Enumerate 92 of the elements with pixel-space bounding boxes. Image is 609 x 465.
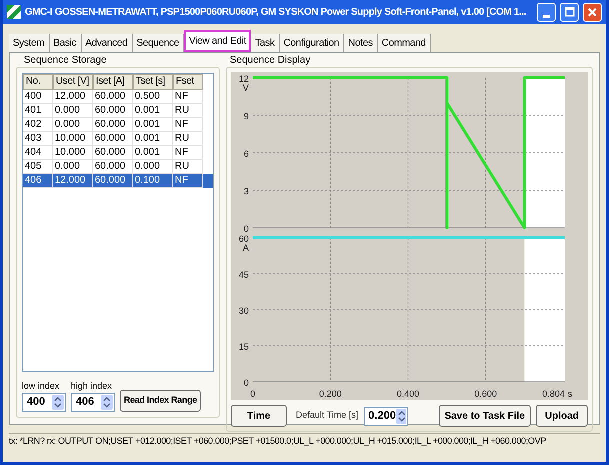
tab[interactable]: Task (251, 34, 280, 52)
column-header[interactable]: Uset [V] (53, 74, 93, 90)
field-label: low index (22, 380, 61, 392)
table-cell: 10.000 (53, 146, 93, 160)
spin-arrows-icon[interactable] (396, 408, 406, 424)
y-tick-label: 30 (238, 306, 249, 316)
column-header[interactable]: No. (23, 74, 53, 90)
table-cell: 404 (23, 146, 53, 160)
table-cell: NF (173, 118, 203, 132)
table-cell: 12.000 (53, 174, 93, 188)
table-cell: 60.000 (93, 174, 133, 188)
table-cell: 0.000 (53, 104, 93, 118)
tab[interactable]: Command (378, 34, 431, 52)
tab[interactable]: Notes (344, 34, 378, 52)
table-cell: 402 (23, 118, 53, 132)
table-cell: 400 (23, 90, 53, 104)
table-cell: 60.000 (93, 146, 133, 160)
upload-button[interactable]: Upload (536, 405, 588, 427)
y-tick-label: 0 (244, 378, 249, 388)
x-tick-label: 0 (250, 389, 256, 399)
table-cell: 0.001 (133, 118, 173, 132)
field-label: high index (71, 380, 114, 393)
table-row[interactable]: 404 10.000 60.000 0.001 NF (23, 146, 213, 160)
x-tick-label: 0.804 (542, 389, 565, 399)
index-spinner[interactable]: 400 (22, 393, 66, 412)
maximize-button[interactable] (560, 2, 579, 22)
close-button[interactable] (583, 2, 602, 22)
table-cell: 403 (23, 132, 53, 146)
save-to-task-file-button[interactable]: Save to Task File (438, 405, 532, 427)
table-cell: 0.000 (53, 118, 93, 132)
column-header[interactable]: Tset [s] (133, 74, 173, 90)
table-cell: 0.001 (133, 146, 173, 160)
table-cell: 0.100 (133, 174, 173, 188)
table-cell: NF (173, 90, 203, 104)
table-cell: NF (173, 174, 203, 188)
table-cell: 406 (23, 174, 53, 188)
group-title: Sequence Display (229, 55, 312, 67)
y-unit-label: V (242, 83, 249, 93)
table-cell: 60.000 (93, 90, 133, 104)
table-row[interactable]: 406 12.000 60.000 0.100 NF (23, 174, 213, 188)
minimize-button[interactable] (537, 2, 556, 22)
y-tick-label: 60 (238, 234, 249, 244)
table-cell: 0.001 (133, 132, 173, 146)
tab[interactable]: Configuration (280, 34, 344, 52)
group-title: Sequence Storage (23, 55, 108, 67)
table-row[interactable]: 402 0.000 60.000 0.001 NF (23, 118, 213, 132)
time-button[interactable]: Time (231, 405, 287, 427)
index-spinner[interactable]: 406 (71, 393, 115, 412)
table-row[interactable]: 401 0.000 60.000 0.001 RU (23, 104, 213, 118)
tab[interactable]: View and Edit (184, 30, 252, 52)
x-tick-label: 0.600 (474, 389, 498, 399)
read-index-range-button[interactable]: Read Index Range (120, 390, 202, 412)
y-tick-label: 0 (244, 224, 249, 232)
x-unit-label: s (568, 389, 572, 399)
tab[interactable]: Advanced (82, 34, 133, 52)
spin-arrows-icon[interactable] (101, 395, 113, 410)
field-label: Default Time [s] (296, 409, 359, 422)
table-cell: 0.500 (133, 90, 173, 104)
spin-arrows-icon[interactable] (52, 395, 64, 410)
maximize-icon (564, 7, 574, 17)
y-unit-label: A (242, 243, 249, 253)
window-title: GMC-I GOSSEN-METRAWATT, PSP1500P060RU060P, GM SYSKON Power Supply Soft-Front-Panel, v1.00 [COM 1... (25, 6, 528, 20)
y-tick-label: 12 (238, 74, 249, 84)
table-row[interactable]: 403 10.000 60.000 0.001 RU (23, 132, 213, 146)
tab[interactable]: Sequence (132, 34, 184, 52)
table-row[interactable]: 400 12.000 60.000 0.500 NF (23, 90, 213, 104)
index-spinner[interactable]: 0.200 (364, 406, 408, 426)
table-cell: NF (173, 146, 203, 160)
table-cell: 12.000 (53, 90, 93, 104)
status-bar: tx: *LRN? rx: OUTPUT ON;USET +012.000;ISET +060.000;PSET +01500.0;UL_L +000.000;UL_H +015.000;IL_L +000.000;IL_H +060.000;OVP (9, 433, 600, 449)
table-cell: 60.000 (93, 104, 133, 118)
x-tick-label: 0.400 (396, 389, 420, 399)
y-tick-label: 15 (238, 342, 249, 352)
table-cell: 401 (23, 104, 53, 118)
minimize-icon (543, 14, 550, 18)
tab[interactable]: Basic (50, 34, 82, 52)
table-cell: 0.001 (133, 104, 173, 118)
table-cell: 60.000 (93, 118, 133, 132)
y-tick-label: 45 (238, 270, 249, 280)
app-logo-icon (7, 5, 21, 19)
y-tick-label: 9 (244, 112, 249, 122)
table-cell: RU (173, 104, 203, 118)
y-tick-label: 3 (244, 186, 249, 196)
table-cell: 10.000 (53, 132, 93, 146)
y-tick-label: 6 (244, 149, 249, 159)
tab[interactable]: System (9, 34, 50, 52)
close-icon (588, 8, 597, 16)
x-tick-label: 0.200 (319, 389, 342, 399)
table-cell: RU (173, 132, 203, 146)
column-header[interactable]: Fset (173, 74, 203, 90)
column-header[interactable]: Iset [A] (93, 74, 133, 90)
table-cell: 60.000 (93, 132, 133, 146)
